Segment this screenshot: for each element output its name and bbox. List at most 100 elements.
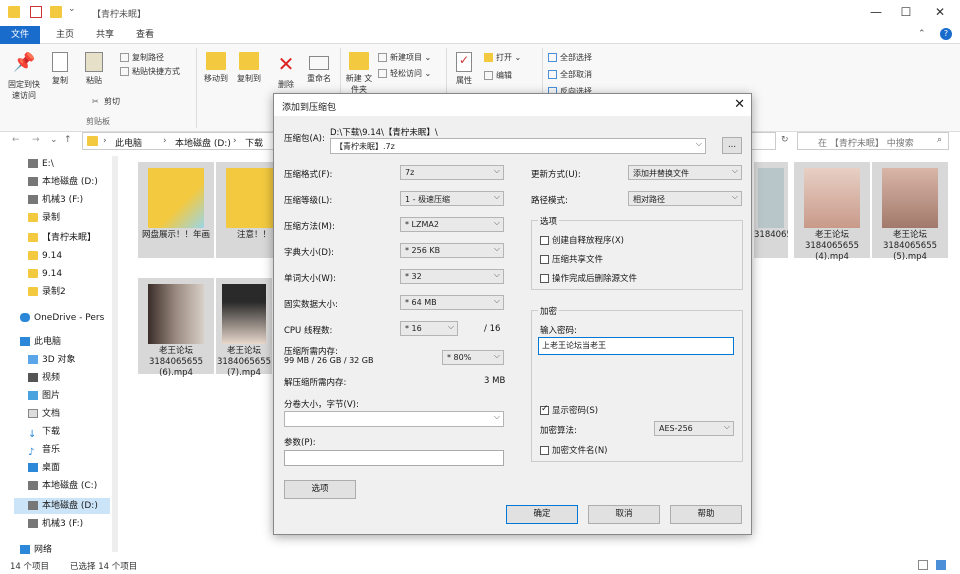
forward-icon[interactable]: → (32, 135, 40, 145)
help-button[interactable]: 帮助 (670, 505, 742, 524)
paste-button[interactable]: 粘贴 (80, 52, 108, 86)
copy-to-icon (239, 52, 259, 70)
memory-usage-select[interactable]: * 80% (442, 350, 504, 365)
collapse-ribbon-icon[interactable]: ⌃ (918, 29, 926, 39)
tab-view[interactable]: 查看 (126, 26, 164, 44)
method-select[interactable]: * LZMA2 (400, 217, 504, 232)
customize-quick-access-icon[interactable]: ⌄ (68, 4, 80, 16)
rename-button[interactable]: 重命名 (302, 52, 336, 84)
nav-item[interactable]: 9.14 (28, 266, 114, 282)
nav-item[interactable]: 桌面 (28, 460, 114, 476)
copy-button[interactable]: 复制 (46, 52, 74, 86)
options-group-label: 选项 (538, 215, 560, 227)
file-tile[interactable]: 老王论坛 3184065655 (5).mp4 (872, 162, 948, 262)
cpu-threads-select[interactable]: * 16 (400, 321, 458, 336)
file-tile[interactable]: 老王论坛 3184065655 (6).mp4 (138, 278, 214, 378)
nav-item-selected[interactable]: 本地磁盘 (D:) (14, 498, 110, 514)
nav-item[interactable]: 本地磁盘 (D:) (28, 174, 114, 190)
show-password-checkbox[interactable]: 显示密码(S) (540, 404, 598, 416)
ok-button[interactable]: 确定 (506, 505, 578, 524)
new-folder-button[interactable]: 新建 文件夹 (344, 52, 374, 95)
breadcrumb-downloads[interactable]: 下载 (245, 136, 263, 149)
nav-item[interactable]: 录制 (28, 210, 114, 226)
select-none-icon (548, 70, 557, 79)
delete-after-checkbox[interactable]: 操作完成后删除源文件 (540, 272, 637, 284)
options-button[interactable]: 选项 (284, 480, 356, 499)
nav-item[interactable]: ♪ 音乐 (28, 442, 114, 458)
move-to-button[interactable]: 移动到 (200, 52, 232, 84)
nav-item[interactable]: ↓ 下载 (28, 424, 114, 440)
nav-item[interactable]: 3D 对象 (28, 352, 114, 368)
file-tile[interactable]: 3184065655 (754, 162, 788, 258)
copy-to-button[interactable]: 复制到 (233, 52, 265, 84)
close-button[interactable]: ✕ (930, 4, 950, 20)
nav-item[interactable]: 机械3 (F:) (28, 516, 114, 532)
back-icon[interactable]: ← (12, 135, 20, 145)
cut-button[interactable]: ✂ 剪切 (92, 96, 120, 107)
large-icons-view-icon[interactable] (936, 560, 946, 570)
tab-home[interactable]: 主页 (46, 26, 84, 44)
path-mode-select[interactable]: 相对路径 (628, 191, 742, 206)
tab-file[interactable]: 文件 (0, 26, 40, 44)
nav-item[interactable]: 录制2 (28, 284, 114, 300)
select-all-button[interactable]: 全部选择 (548, 52, 592, 63)
easy-access-button[interactable]: 轻松访问 ⌄ (378, 68, 431, 79)
edit-button[interactable]: 编辑 (484, 70, 512, 81)
create-sfx-checkbox[interactable]: 创建自释放程序(X) (540, 234, 624, 246)
pin-quick-access-button[interactable]: 📌 固定到快速访问 (6, 52, 42, 101)
nav-item[interactable]: E:\ (28, 156, 114, 172)
help-icon[interactable]: ? (940, 28, 952, 40)
nav-item-this-pc[interactable]: 此电脑 (20, 334, 106, 350)
search-icon[interactable]: ⌕ (937, 135, 942, 145)
archive-name-combo[interactable]: 【青柠未眠】.7z (330, 138, 706, 154)
compress-shared-checkbox[interactable]: 压缩共享文件 (540, 253, 603, 265)
file-tile[interactable]: 网盘展示！！年画 (138, 162, 214, 258)
nav-item[interactable]: 9.14 (28, 248, 114, 264)
nav-item[interactable]: 文档 (28, 406, 114, 422)
recent-locations-icon[interactable]: ⌄ (50, 135, 58, 145)
nav-item-network[interactable]: 网络 (20, 542, 106, 558)
nav-item[interactable]: 本地磁盘 (C:) (28, 478, 114, 494)
word-size-select[interactable]: * 32 (400, 269, 504, 284)
maximize-button[interactable]: ☐ (896, 4, 916, 20)
password-input[interactable]: 上老王论坛当老王 (538, 337, 734, 355)
nav-item-onedrive[interactable]: OneDrive - Pers (20, 310, 106, 326)
level-select[interactable]: 1 - 极速压缩 (400, 191, 504, 206)
new-item-button[interactable]: 新建项目 ⌄ (378, 52, 431, 63)
file-tile[interactable]: 老王论坛 3184065655 (4).mp4 (794, 162, 870, 262)
properties-button[interactable]: ✓ 属性 (450, 52, 478, 86)
open-button[interactable]: 打开 ⌄ (484, 52, 521, 63)
delete-button[interactable]: ✕ 删除 (272, 52, 300, 90)
breadcrumb-drive-d[interactable]: 本地磁盘 (D:) (175, 136, 231, 149)
split-volume-combo[interactable] (284, 411, 504, 427)
nav-item[interactable]: 视频 (28, 370, 114, 386)
paste-shortcut-button[interactable]: 粘贴快捷方式 (120, 66, 180, 77)
browse-button[interactable]: ... (722, 137, 742, 154)
solid-size-select[interactable]: * 64 MB (400, 295, 504, 310)
nav-item[interactable]: 【青柠未眠】 (28, 230, 114, 246)
parameters-input[interactable] (284, 450, 504, 466)
file-tile[interactable]: 老王论坛 3184065655 (7).mp4 (216, 278, 272, 378)
minimize-button[interactable]: — (866, 4, 886, 20)
details-view-icon[interactable] (918, 560, 928, 570)
cancel-button[interactable]: 取消 (588, 505, 660, 524)
update-mode-select[interactable]: 添加并替换文件 (628, 165, 742, 180)
refresh-icon[interactable]: ↻ (781, 135, 789, 145)
breadcrumb-this-pc[interactable]: 此电脑 (115, 136, 142, 149)
dialog-close-icon[interactable]: ✕ (734, 97, 745, 112)
ribbon-separator (196, 48, 197, 128)
copy-path-button[interactable]: 复制路径 (120, 52, 164, 63)
nav-item[interactable]: 机械3 (F:) (28, 192, 114, 208)
up-icon[interactable]: ↑ (64, 135, 72, 145)
tab-share[interactable]: 共享 (86, 26, 124, 44)
nav-scrollbar[interactable] (112, 156, 118, 552)
nav-item[interactable]: 图片 (28, 388, 114, 404)
search-input[interactable]: 在 【青柠未眠】 中搜索 ⌕ (797, 132, 949, 150)
encryption-method-select[interactable]: AES-256 (654, 421, 734, 436)
encrypt-names-checkbox[interactable]: 加密文件名(N) (540, 444, 608, 456)
select-none-button[interactable]: 全部取消 (548, 69, 592, 80)
format-select[interactable]: 7z (400, 165, 504, 180)
dictionary-select[interactable]: * 256 KB (400, 243, 504, 258)
properties-quick-icon[interactable] (30, 6, 42, 18)
new-folder-quick-icon[interactable] (50, 6, 62, 18)
